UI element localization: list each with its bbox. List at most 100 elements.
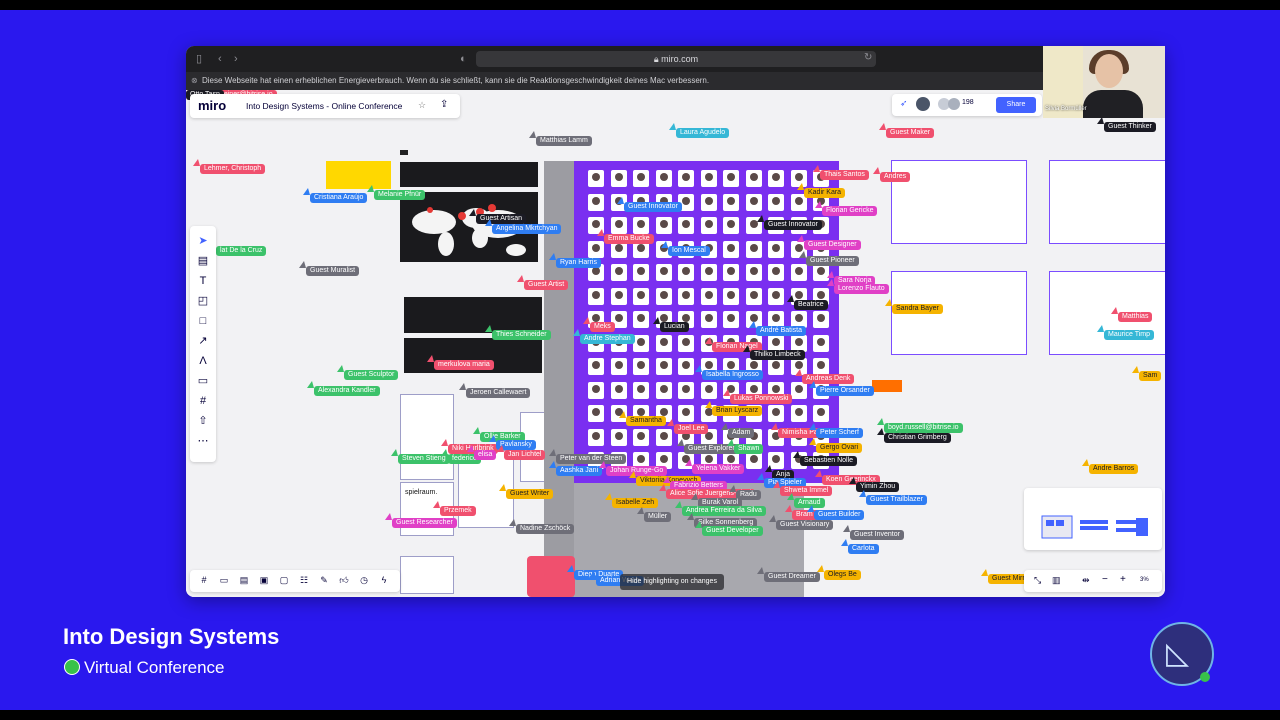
- attendee-tile: [768, 193, 784, 211]
- attendee-tile: [790, 334, 807, 352]
- collaborator-cursor: Meks: [583, 317, 615, 332]
- edit-icon[interactable]: ✎: [318, 574, 330, 586]
- collaborator-cursor: Przemek: [433, 501, 476, 516]
- back-icon[interactable]: ‹: [218, 52, 222, 66]
- connection-line-icon[interactable]: ↗: [196, 334, 210, 348]
- collaborator-cursor: Guest Trailblazer: [859, 490, 927, 505]
- reload-icon[interactable]: ↻: [864, 51, 872, 65]
- attendee-tile: [610, 381, 627, 399]
- reactions-icon[interactable]: ➶: [900, 98, 908, 109]
- chat-icon[interactable]: ▤: [238, 574, 250, 586]
- attendee-tile: [588, 193, 604, 211]
- collaborator-cursor: Matthias: [1110, 307, 1153, 322]
- attendee-tile: [700, 170, 717, 187]
- upload-icon[interactable]: ⇧: [196, 414, 210, 428]
- hide-highlighting-button[interactable]: Hide highlighting on changes: [620, 574, 724, 590]
- avatar[interactable]: [948, 98, 960, 110]
- collaborator-cursor: Yelena Vakker: [684, 459, 745, 474]
- avatar[interactable]: [916, 97, 930, 111]
- screen-share-icon[interactable]: ▣: [258, 574, 270, 586]
- voting-icon[interactable]: 👍︎: [338, 574, 350, 586]
- collaborator-cursor: Guest Artisan: [468, 209, 527, 224]
- url-bar[interactable]: 🔒︎ miro.com: [476, 51, 876, 67]
- attendee-tile: [655, 287, 672, 305]
- miro-board-canvas[interactable]: spielraum. Matthias Lamm Laura Agudelo Gue…: [186, 90, 1165, 597]
- fit-to-screen-icon[interactable]: ⇹: [1082, 575, 1090, 586]
- collaborator-cursor: André Batista: [748, 321, 807, 336]
- collaborator-cursor: Guest Inventor: [843, 525, 904, 540]
- attendee-tile: [723, 217, 739, 234]
- collaborator-cursor: Guest Designer: [797, 235, 861, 250]
- miro-logo[interactable]: miro: [198, 98, 226, 113]
- attendee-tile: [588, 170, 604, 187]
- attendee-tile: [678, 217, 694, 234]
- browser-window: ▯ ‹ › ◐ 🔒︎ miro.com ↻ ⊗ Diese Webseite h…: [186, 46, 1165, 597]
- video-chat-icon[interactable]: ▢: [278, 574, 290, 586]
- forward-icon[interactable]: ›: [234, 52, 238, 66]
- map-icon[interactable]: ▥: [1052, 575, 1061, 586]
- url-text: miro.com: [661, 54, 699, 64]
- templates-icon[interactable]: ▤: [196, 254, 210, 268]
- board-title[interactable]: Into Design Systems - Online Conference: [246, 101, 402, 111]
- fullscreen-icon[interactable]: ⤡: [1034, 575, 1041, 586]
- attendee-tile: [655, 428, 672, 446]
- zoom-in-icon[interactable]: +: [1120, 574, 1126, 585]
- zoom-level[interactable]: 3%: [1140, 577, 1149, 583]
- spielraum-text: spielraum.: [405, 489, 438, 496]
- attendee-tile: [588, 287, 604, 305]
- attendee-tile: [678, 358, 694, 375]
- collaborator-cursor: Sandra Bayer: [885, 299, 943, 314]
- attendee-tile: [633, 170, 649, 187]
- collaborator-cursor: Guest Writer: [498, 484, 554, 499]
- pen-tool-icon[interactable]: Ʌ: [196, 354, 210, 368]
- attendee-tile: [700, 381, 717, 399]
- attendee-tile: [633, 287, 649, 305]
- sidebar-toggle-icon[interactable]: ▯: [196, 52, 202, 66]
- energy-notice-text: Diese Webseite hat einen erheblichen Ene…: [202, 76, 710, 85]
- conference-title: Into Design Systems: [63, 624, 280, 649]
- shape-tool-icon[interactable]: □: [196, 314, 210, 328]
- zoom-out-icon[interactable]: −: [1102, 574, 1108, 585]
- collaborator-cursor: Guest Researcher: [385, 513, 457, 528]
- collaborator-cursor: Thilko Limbeck: [743, 345, 805, 360]
- right-frame: [891, 160, 1027, 244]
- speaker-shirt: [1083, 90, 1143, 118]
- timer-icon[interactable]: ◷: [358, 574, 370, 586]
- star-icon[interactable]: ☆: [418, 100, 426, 111]
- energy-notice-bar: ⊗ Diese Webseite hat einen erheblichen E…: [186, 72, 1165, 90]
- sticky-note-icon[interactable]: ◰: [196, 294, 210, 308]
- collaborator-cursor: Emma Bucke: [597, 229, 654, 244]
- frames-icon[interactable]: #: [198, 574, 210, 586]
- text-tool-icon[interactable]: T: [196, 274, 210, 288]
- attendee-tile: [768, 405, 784, 422]
- activity-icon[interactable]: ϟ: [378, 574, 390, 586]
- attendee-tile: [790, 405, 807, 422]
- comment-icon[interactable]: ▭: [196, 374, 210, 388]
- collaborator-cursor: Melanie Pfnür: [366, 185, 426, 200]
- collaborator-cursor: Olegs Be: [817, 565, 861, 580]
- collaborator-cursor: Jeroen Callewaert: [458, 383, 531, 398]
- share-button[interactable]: Share: [996, 97, 1036, 113]
- close-notice-icon[interactable]: ⊗: [191, 72, 198, 90]
- privacy-shield-icon[interactable]: ◐: [460, 52, 467, 66]
- cards-icon[interactable]: ☷: [298, 574, 310, 586]
- select-tool-icon[interactable]: ➤: [196, 234, 210, 248]
- more-tools-icon[interactable]: ⋯: [196, 434, 210, 448]
- export-icon[interactable]: ⇪: [440, 99, 448, 110]
- attendee-tile: [745, 287, 762, 305]
- frame-tool-icon[interactable]: #: [196, 394, 210, 408]
- board-minimap[interactable]: [1024, 488, 1162, 550]
- collaborator-cursor: Shawn: [726, 439, 764, 454]
- collaborator-cursor: Florian Gericke: [814, 201, 878, 216]
- attendee-tile: [655, 170, 672, 187]
- comments-icon[interactable]: ▭: [218, 574, 230, 586]
- collaborator-cursor: Guest Maker: [878, 123, 935, 138]
- collaborator-cursor: Ion Mescal: [661, 241, 710, 256]
- collaborator-cursor: Müller: [636, 507, 672, 522]
- attendee-tile: [768, 287, 784, 305]
- collaborator-cursor: Lorenzo Flauto: [827, 279, 889, 294]
- set-square-icon: ◺: [1166, 637, 1190, 670]
- collaborator-cursor: Guest Dreamer: [757, 567, 820, 582]
- collaborator-cursor: Thais Santos: [813, 165, 869, 180]
- participant-count[interactable]: 198: [962, 99, 974, 106]
